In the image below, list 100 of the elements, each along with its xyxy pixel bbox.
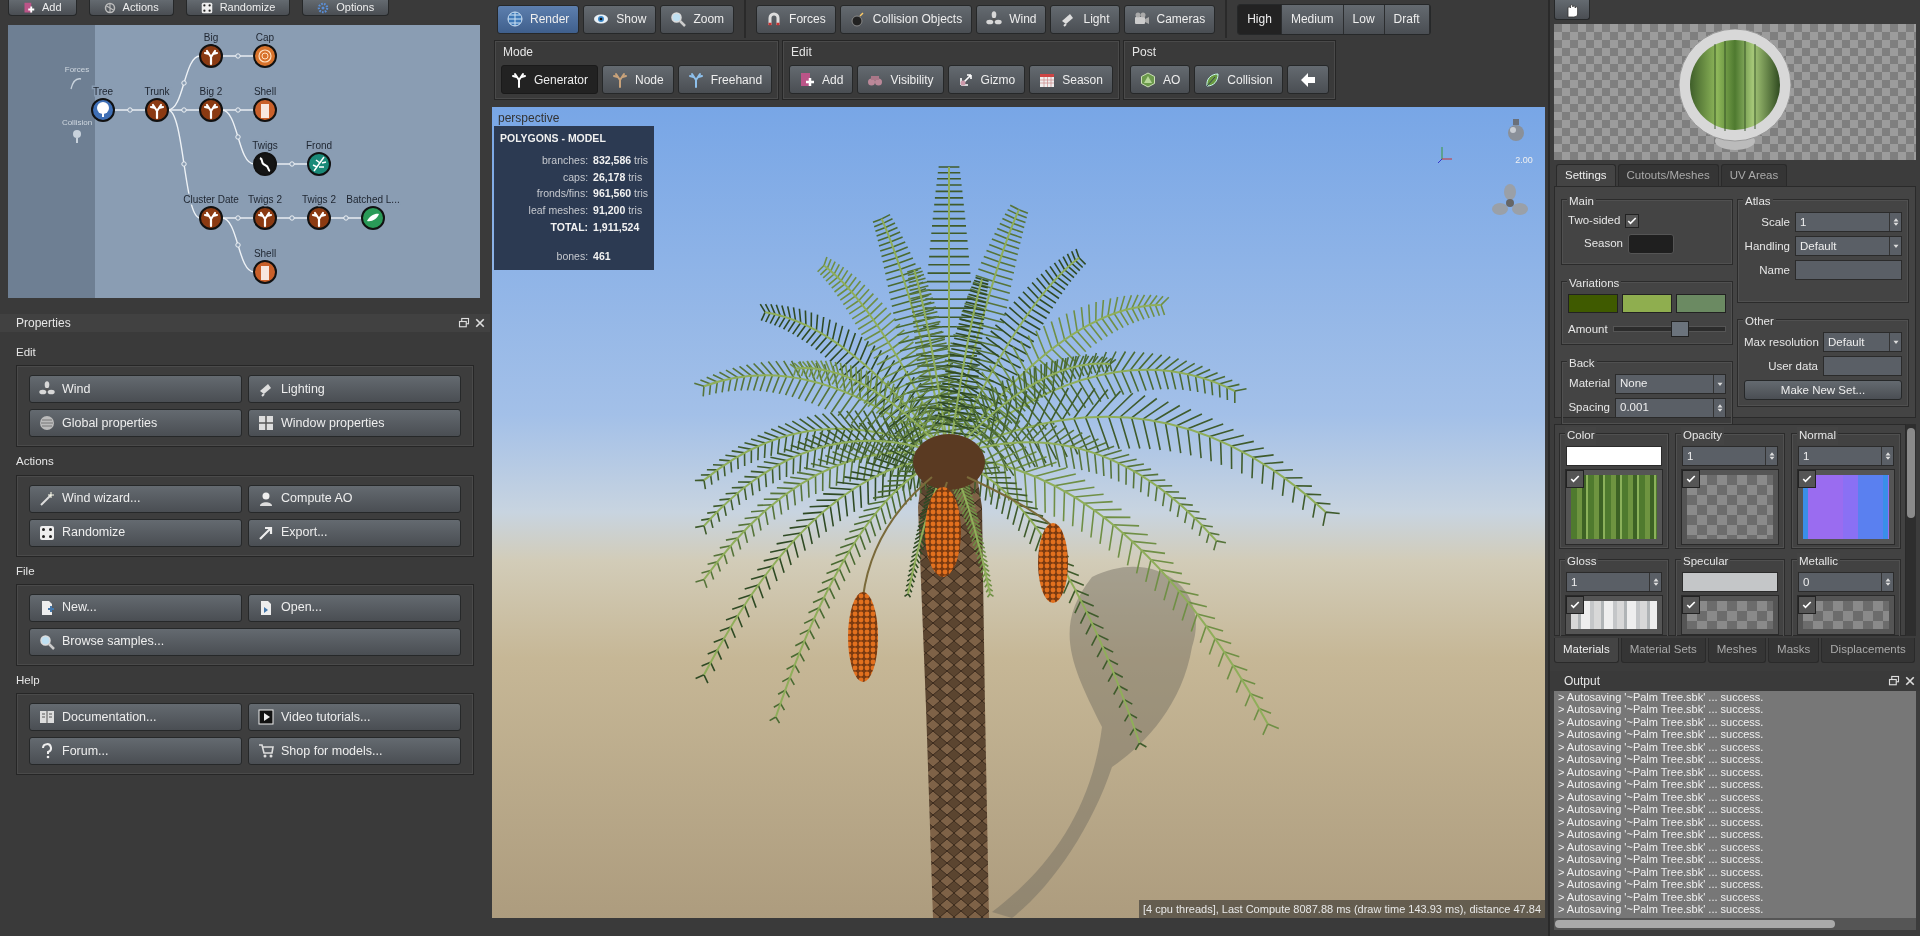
input-field[interactable]: 0.001 <box>1615 397 1726 418</box>
panel-button[interactable]: Wind wizard... <box>29 484 242 513</box>
texture-thumbnail[interactable] <box>1798 596 1894 635</box>
node-label: Shell <box>253 86 277 97</box>
dice-icon <box>39 524 55 541</box>
color-swatch[interactable] <box>1568 293 1618 313</box>
toolbar-button[interactable]: Collision <box>1194 65 1283 94</box>
panel-button[interactable]: Lighting <box>248 375 461 404</box>
toolbar-button[interactable]: Node <box>602 65 674 94</box>
dropdown[interactable]: Default <box>1795 236 1902 257</box>
color-swatch[interactable] <box>1622 293 1672 313</box>
color-field[interactable] <box>1682 572 1778 593</box>
field-label: User data <box>1767 358 1818 374</box>
checkbox[interactable] <box>1798 470 1816 489</box>
slider-thumb[interactable] <box>1671 321 1690 338</box>
panel-button[interactable]: Documentation... <box>29 703 242 731</box>
quality-tab[interactable]: Low <box>1343 4 1385 34</box>
toolbar-button[interactable]: Actions <box>88 0 174 16</box>
panel-tab[interactable]: Materials <box>1554 638 1619 663</box>
checkbox[interactable] <box>1566 596 1584 615</box>
dropdown[interactable]: Default <box>1823 332 1902 353</box>
panel-button[interactable]: Randomize <box>29 518 242 547</box>
stat-unit: tris <box>628 170 643 183</box>
panel-button[interactable]: Browse samples... <box>29 627 461 656</box>
panel-button[interactable]: Global properties <box>29 409 242 438</box>
panel-button[interactable]: Forum... <box>29 737 242 765</box>
stat-unit: tris <box>634 153 648 166</box>
log-line: > Autosaving '~Palm Tree.sbk' ... success. <box>1558 815 1765 828</box>
input-field[interactable]: 1 <box>1795 212 1902 233</box>
texture-thumbnail[interactable] <box>1566 470 1662 545</box>
checkbox[interactable] <box>1798 596 1816 615</box>
plus-icon <box>23 1 35 14</box>
stat-unit: tris <box>634 187 648 200</box>
make-set-button[interactable]: Make New Set... <box>1744 380 1902 401</box>
panel-tab[interactable]: Cutouts/Meshes <box>1617 164 1719 187</box>
quality-tab[interactable]: High <box>1238 4 1282 34</box>
panel-tab[interactable]: Material Sets <box>1620 638 1706 663</box>
branch-icon <box>612 71 629 88</box>
toolbar-button[interactable]: Forces <box>756 4 836 34</box>
panel-tab[interactable]: Displacements <box>1821 638 1915 663</box>
input-field[interactable] <box>1795 260 1902 281</box>
toolbar-button[interactable]: Gizmo <box>947 65 1026 94</box>
quality-tab[interactable]: Medium <box>1281 4 1344 34</box>
toolbar-button[interactable]: Add <box>8 0 77 16</box>
input-field[interactable] <box>1823 356 1902 377</box>
hand-button[interactable] <box>1554 0 1590 20</box>
connector-port <box>343 215 349 221</box>
panel-button[interactable]: Shop for models... <box>248 737 461 765</box>
input-field[interactable]: 1 <box>1798 446 1894 467</box>
toolbar-button[interactable]: Visibility <box>857 65 944 94</box>
toolbar-button[interactable]: Zoom <box>660 4 735 34</box>
toolbar-button[interactable]: AO <box>1129 65 1191 94</box>
panel-button[interactable]: New... <box>29 593 242 622</box>
panel-tab[interactable]: Settings <box>1556 164 1616 187</box>
book-icon <box>39 709 55 725</box>
season-swatch[interactable] <box>1628 233 1674 254</box>
panel-button[interactable]: Wind <box>29 375 242 404</box>
toolbar-button[interactable]: Show <box>583 4 657 34</box>
back-button[interactable] <box>1286 65 1329 94</box>
toolbar-button[interactable]: Randomize <box>185 0 291 16</box>
toolbar-button[interactable]: Light <box>1050 4 1120 34</box>
input-field[interactable]: 1 <box>1682 446 1778 467</box>
toolbar-button[interactable]: Generator <box>501 65 599 94</box>
panel-button[interactable]: Video tutorials... <box>248 703 461 731</box>
texture-thumbnail[interactable] <box>1566 596 1662 635</box>
toolbar-button[interactable]: Wind <box>976 4 1047 34</box>
zoom-reading: 2.00 <box>1515 155 1533 165</box>
toolbar-button[interactable]: Options <box>302 0 390 16</box>
checkbox[interactable] <box>1682 596 1700 615</box>
stat-value: 832,586 <box>593 153 632 166</box>
panel-tab[interactable]: UV Areas <box>1720 164 1788 187</box>
toolbar-button[interactable]: Season <box>1029 65 1113 94</box>
toolbar-button[interactable]: Render <box>497 4 580 34</box>
toolbar-button[interactable]: Cameras <box>1123 4 1216 34</box>
panel-button[interactable]: Export... <box>248 518 461 547</box>
panel-button[interactable]: Compute AO <box>248 484 461 513</box>
texture-thumbnail[interactable] <box>1682 596 1778 635</box>
input-field[interactable]: 1 <box>1566 572 1662 593</box>
checkbox[interactable] <box>1682 470 1700 489</box>
quality-tab[interactable]: Draft <box>1384 4 1430 34</box>
toolbar-button[interactable]: Collision Objects <box>839 4 973 34</box>
color-field[interactable] <box>1566 446 1662 467</box>
log-line: > Autosaving '~Palm Tree.sbk' ... success. <box>1558 778 1765 791</box>
texture-thumbnail[interactable] <box>1798 470 1894 545</box>
connector-port <box>127 107 133 113</box>
input-field[interactable]: 0 <box>1798 572 1894 593</box>
panel-tab[interactable]: Masks <box>1768 638 1820 663</box>
panel-tab[interactable]: Meshes <box>1707 638 1767 663</box>
toolbar-button[interactable]: Freehand <box>677 65 773 94</box>
connector-port <box>181 161 187 167</box>
checkbox[interactable] <box>1625 213 1640 228</box>
scrollbar[interactable] <box>1906 424 1916 637</box>
checkbox[interactable] <box>1566 470 1584 489</box>
graph-side-label: Forces <box>64 65 90 74</box>
texture-thumbnail[interactable] <box>1682 470 1778 545</box>
toolbar-button[interactable]: Add <box>789 65 854 94</box>
dropdown[interactable]: None <box>1615 373 1726 394</box>
panel-button[interactable]: Open... <box>248 593 461 622</box>
color-swatch[interactable] <box>1676 293 1726 313</box>
panel-button[interactable]: Window properties <box>248 409 461 438</box>
